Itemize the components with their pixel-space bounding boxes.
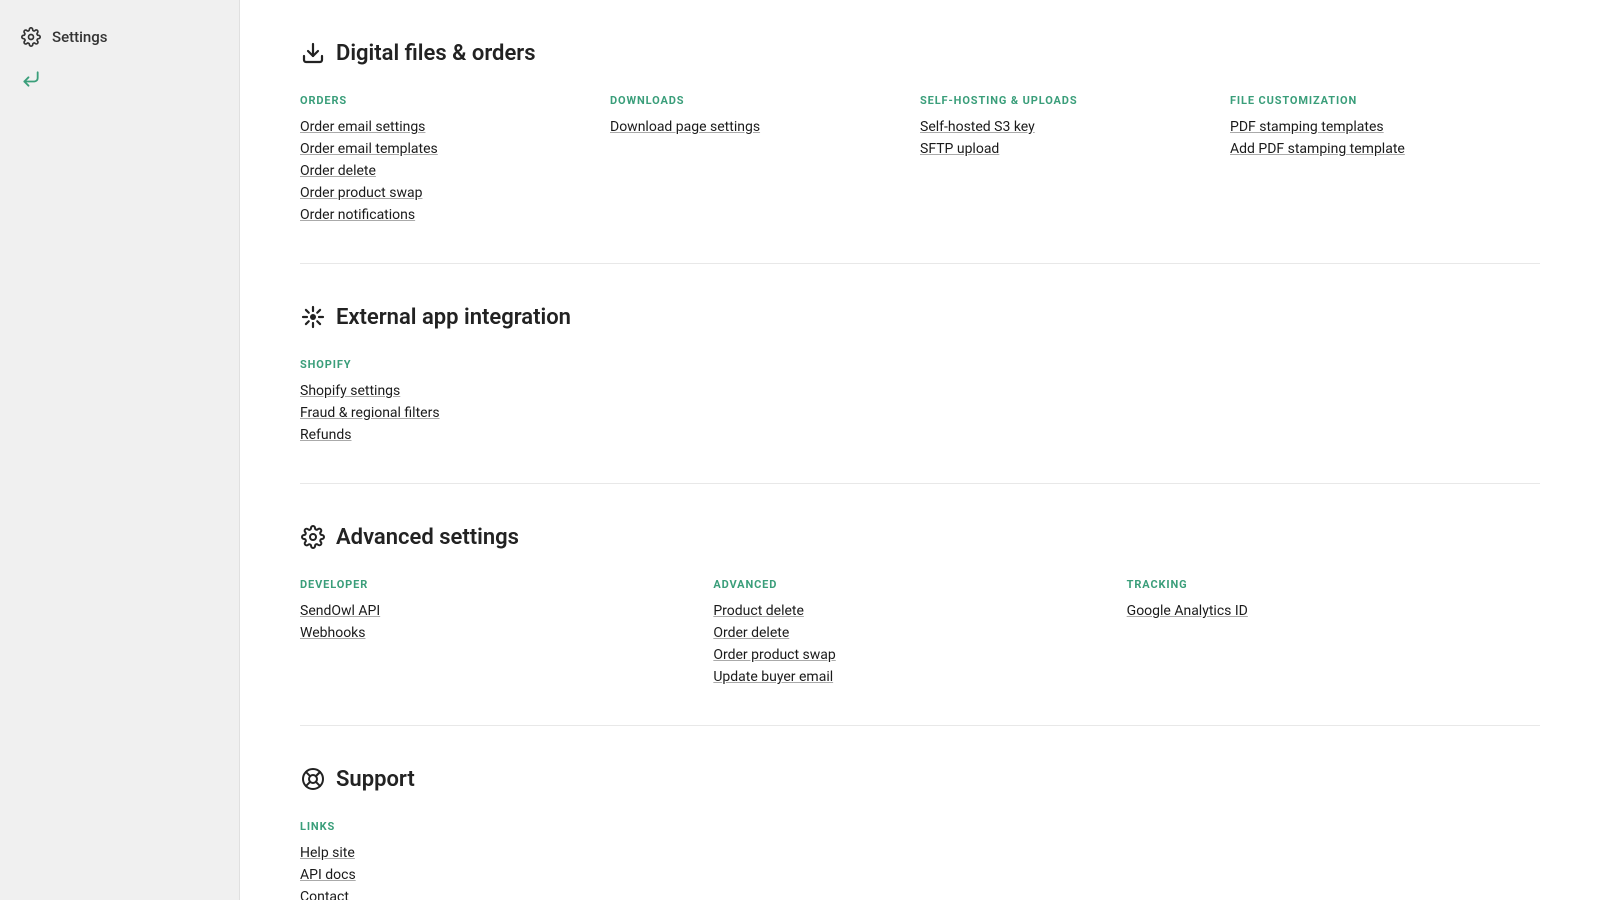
link-webhooks[interactable]: Webhooks <box>300 625 366 641</box>
gear-icon <box>20 26 42 48</box>
import-icon <box>20 68 42 90</box>
sidebar-item-settings[interactable]: Settings <box>0 16 239 58</box>
column-header-downloads: DOWNLOADS <box>610 94 920 107</box>
column-header-file-customization: FILE CUSTOMIZATION <box>1230 94 1540 107</box>
column-links-self-hosting: Self-hosted S3 key SFTP upload <box>920 119 1230 157</box>
sidebar-settings-label: Settings <box>52 28 108 46</box>
section-title-digital: Digital files & orders <box>300 40 1540 66</box>
columns-advanced: DEVELOPER SendOwl API Webhooks ADVANCED … <box>300 578 1540 685</box>
link-s3-key[interactable]: Self-hosted S3 key <box>920 119 1035 135</box>
section-support: Support LINKS Help site API docs Contact <box>300 726 1540 900</box>
section-external-app-integration: External app integration SHOPIFY Shopify… <box>300 264 1540 484</box>
column-links-shopify: Shopify settings Fraud & regional filter… <box>300 383 1540 443</box>
sidebar-item-import[interactable] <box>0 58 239 100</box>
column-header-developer: DEVELOPER <box>300 578 713 591</box>
support-icon <box>300 766 326 792</box>
column-links-developer: SendOwl API Webhooks <box>300 603 713 641</box>
column-shopify: SHOPIFY Shopify settings Fraud & regiona… <box>300 358 1540 443</box>
section-title-support: Support <box>300 766 1540 792</box>
column-links-tracking: Google Analytics ID <box>1127 603 1540 619</box>
sidebar: Settings <box>0 0 240 900</box>
link-order-email-templates[interactable]: Order email templates <box>300 141 438 157</box>
section-title-advanced: Advanced settings <box>300 524 1540 550</box>
column-header-self-hosting: SELF-HOSTING & UPLOADS <box>920 94 1230 107</box>
link-shopify-settings[interactable]: Shopify settings <box>300 383 400 399</box>
column-file-customization: FILE CUSTOMIZATION PDF stamping template… <box>1230 94 1540 223</box>
link-add-pdf-stamping-template[interactable]: Add PDF stamping template <box>1230 141 1405 157</box>
integration-icon <box>300 304 326 330</box>
column-downloads: DOWNLOADS Download page settings <box>610 94 920 223</box>
link-order-email-settings[interactable]: Order email settings <box>300 119 425 135</box>
section-digital-files-orders: Digital files & orders ORDERS Order emai… <box>300 0 1540 264</box>
link-order-delete[interactable]: Order delete <box>300 163 376 179</box>
link-order-notifications[interactable]: Order notifications <box>300 207 415 223</box>
gear-advanced-icon <box>300 524 326 550</box>
main-content: Digital files & orders ORDERS Order emai… <box>240 0 1600 900</box>
column-links-advanced: Product delete Order delete Order produc… <box>713 603 1126 685</box>
column-links-file-customization: PDF stamping templates Add PDF stamping … <box>1230 119 1540 157</box>
section-title-external: External app integration <box>300 304 1540 330</box>
link-sendowl-api[interactable]: SendOwl API <box>300 603 380 619</box>
columns-digital: ORDERS Order email settings Order email … <box>300 94 1540 223</box>
section-heading-support: Support <box>336 767 415 792</box>
section-heading-advanced: Advanced settings <box>336 525 519 550</box>
columns-external: SHOPIFY Shopify settings Fraud & regiona… <box>300 358 1540 443</box>
link-update-buyer-email[interactable]: Update buyer email <box>713 669 833 685</box>
column-links-support: LINKS Help site API docs Contact <box>300 820 1540 900</box>
columns-support: LINKS Help site API docs Contact <box>300 820 1540 900</box>
column-links-list: Help site API docs Contact <box>300 845 1540 900</box>
column-header-advanced: ADVANCED <box>713 578 1126 591</box>
column-header-orders: ORDERS <box>300 94 610 107</box>
link-order-product-swap[interactable]: Order product swap <box>300 185 422 201</box>
link-contact[interactable]: Contact <box>300 889 349 900</box>
column-header-links: LINKS <box>300 820 1540 833</box>
link-download-page-settings[interactable]: Download page settings <box>610 119 760 135</box>
link-product-delete[interactable]: Product delete <box>713 603 804 619</box>
link-adv-order-product-swap[interactable]: Order product swap <box>713 647 835 663</box>
column-advanced: ADVANCED Product delete Order delete Ord… <box>713 578 1126 685</box>
link-google-analytics-id[interactable]: Google Analytics ID <box>1127 603 1248 619</box>
download-icon <box>300 40 326 66</box>
link-api-docs[interactable]: API docs <box>300 867 356 883</box>
column-header-tracking: TRACKING <box>1127 578 1540 591</box>
column-developer: DEVELOPER SendOwl API Webhooks <box>300 578 713 685</box>
section-heading-digital: Digital files & orders <box>336 41 536 66</box>
link-help-site[interactable]: Help site <box>300 845 355 861</box>
link-fraud-regional-filters[interactable]: Fraud & regional filters <box>300 405 440 421</box>
column-header-shopify: SHOPIFY <box>300 358 1540 371</box>
column-links-orders: Order email settings Order email templat… <box>300 119 610 223</box>
column-tracking: TRACKING Google Analytics ID <box>1127 578 1540 685</box>
link-adv-order-delete[interactable]: Order delete <box>713 625 789 641</box>
column-links-downloads: Download page settings <box>610 119 920 135</box>
section-advanced-settings: Advanced settings DEVELOPER SendOwl API … <box>300 484 1540 726</box>
link-refunds[interactable]: Refunds <box>300 427 352 443</box>
link-pdf-stamping-templates[interactable]: PDF stamping templates <box>1230 119 1384 135</box>
section-heading-external: External app integration <box>336 305 571 330</box>
column-self-hosting: SELF-HOSTING & UPLOADS Self-hosted S3 ke… <box>920 94 1230 223</box>
link-sftp-upload[interactable]: SFTP upload <box>920 141 999 157</box>
column-orders: ORDERS Order email settings Order email … <box>300 94 610 223</box>
